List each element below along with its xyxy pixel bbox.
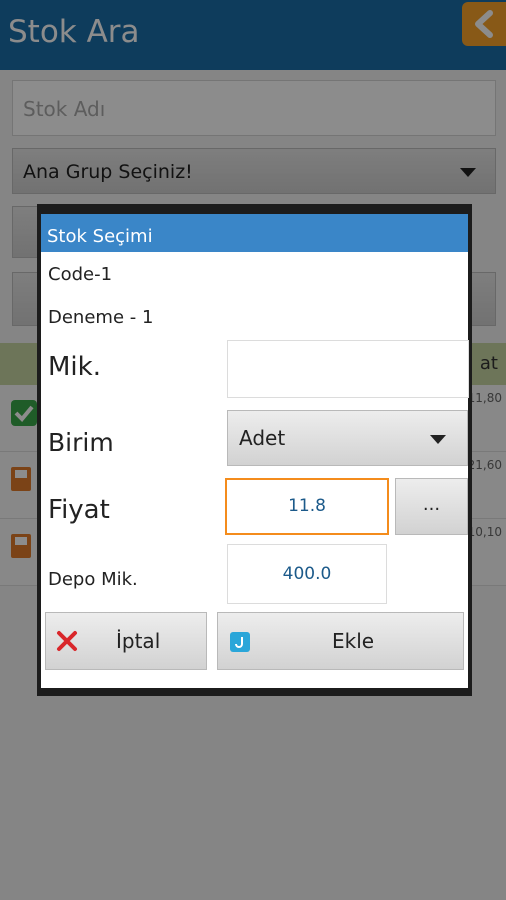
price-input[interactable]: 11.8 bbox=[225, 478, 389, 535]
price-label: Fiyat bbox=[48, 495, 110, 525]
chevron-down-icon bbox=[430, 435, 446, 444]
stock-selection-dialog: Stok Seçimi Code-1 Deneme - 1 Mik. Birim… bbox=[37, 204, 472, 696]
add-button[interactable]: Ekle bbox=[217, 612, 464, 670]
close-icon bbox=[57, 631, 77, 651]
dialog-title-bar: Stok Seçimi bbox=[41, 214, 468, 252]
stock-name: Deneme - 1 bbox=[48, 307, 154, 328]
unit-label: Birim bbox=[48, 428, 114, 457]
quantity-input[interactable] bbox=[227, 340, 469, 398]
quantity-label: Mik. bbox=[48, 352, 101, 382]
dialog-title: Stok Seçimi bbox=[47, 226, 153, 247]
unit-select[interactable]: Adet bbox=[227, 410, 468, 466]
price-more-button[interactable]: ... bbox=[395, 478, 468, 535]
unit-select-value: Adet bbox=[239, 426, 286, 450]
dialog-body: Stok Seçimi Code-1 Deneme - 1 Mik. Birim… bbox=[41, 214, 469, 688]
add-button-label: Ekle bbox=[332, 629, 375, 653]
cancel-button-label: İptal bbox=[116, 629, 161, 653]
stock-code: Code-1 bbox=[48, 264, 113, 285]
stock-qty-value: 400.0 bbox=[227, 544, 387, 604]
stock-qty-label: Depo Mik. bbox=[48, 569, 138, 590]
cancel-button[interactable]: İptal bbox=[45, 612, 207, 670]
add-icon bbox=[230, 632, 250, 652]
